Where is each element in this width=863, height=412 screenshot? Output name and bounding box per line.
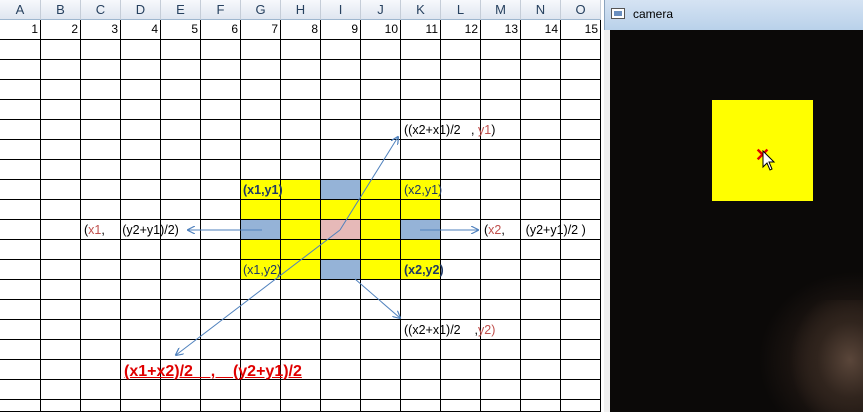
mouse-cursor-icon: [762, 150, 776, 171]
arrow-to-bottom-left: [176, 229, 341, 355]
spreadsheet: ABCDEFGHIJKLMNO 1 2 3 4 5 6 7 8 9 10 11 12 13 14 15 ((…: [0, 0, 604, 412]
arrow-to-top-right: [339, 137, 398, 231]
camera-window-title: camera: [633, 7, 674, 21]
arrow-overlay: [0, 0, 604, 412]
camera-titlebar[interactable]: camera: [604, 0, 863, 30]
camera-window[interactable]: camera ✕: [604, 0, 863, 412]
arrow-to-bottom-right: [354, 278, 400, 318]
window-icon: [611, 8, 625, 19]
face-shadow: [780, 300, 863, 412]
camera-feed: [610, 30, 863, 412]
